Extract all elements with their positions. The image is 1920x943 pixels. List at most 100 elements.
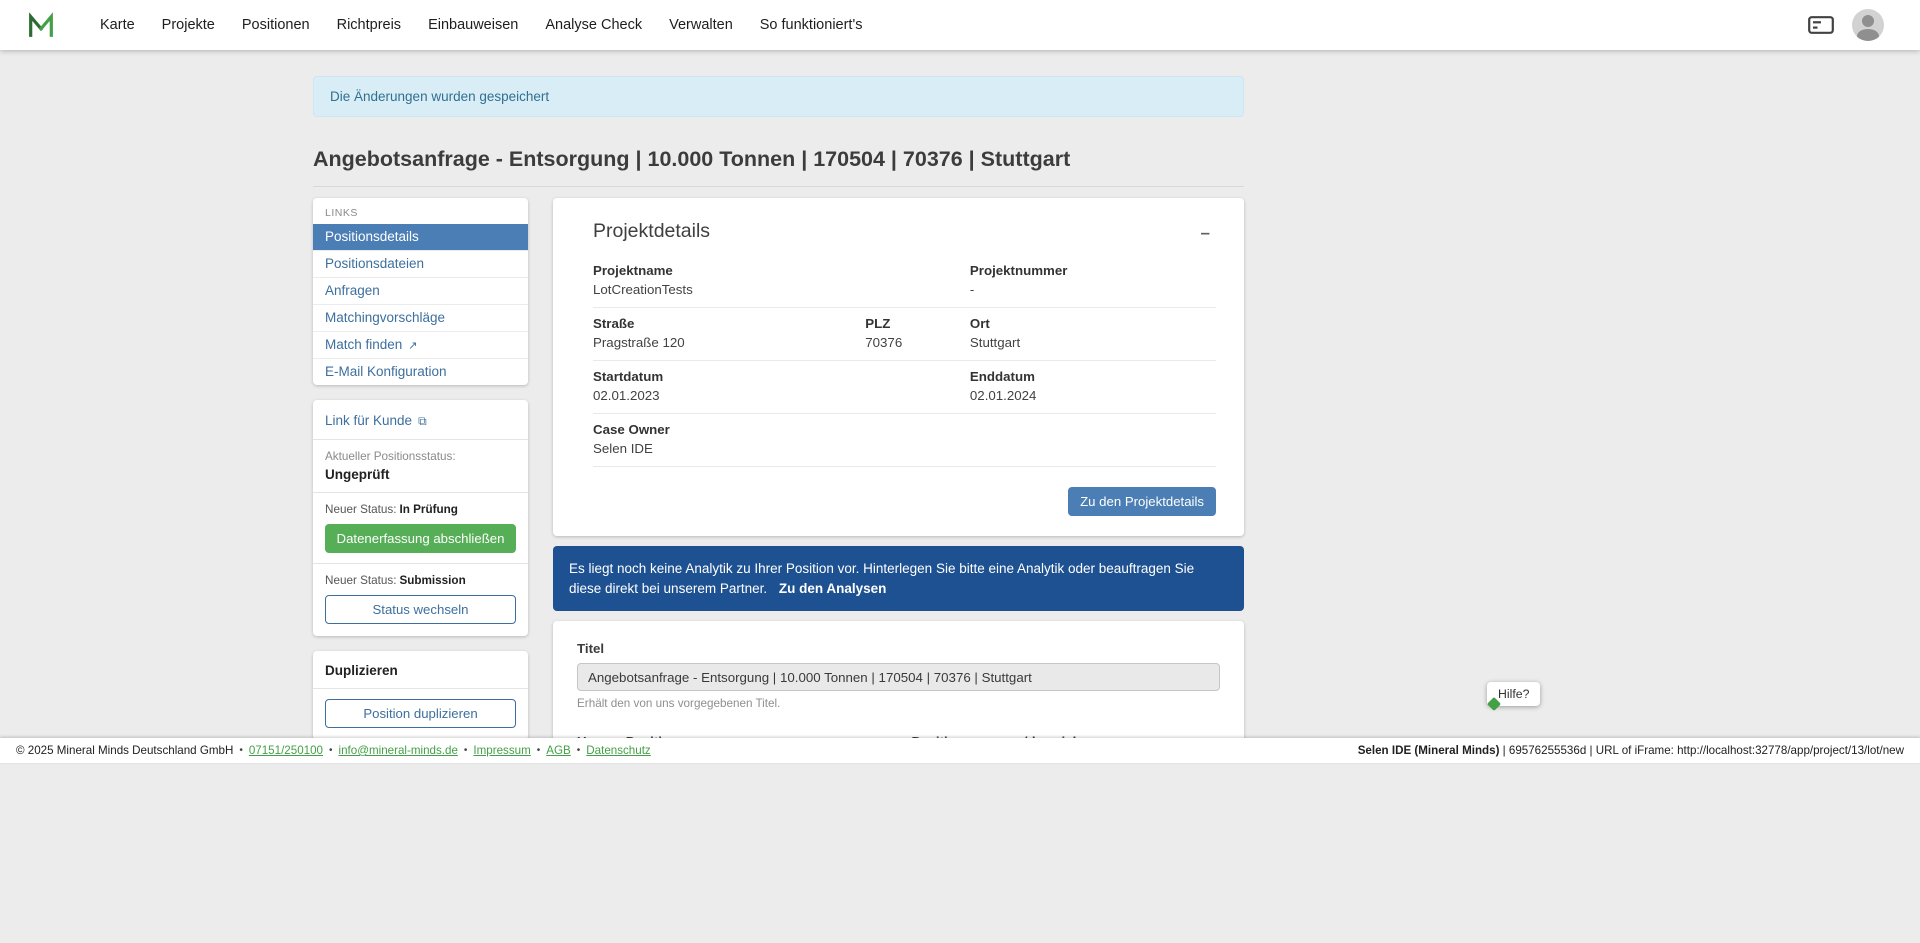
footer-right: Selen IDE (Mineral Minds) | 69576255536d… <box>1358 744 1904 757</box>
sidebar-item-label: Positionsdateien <box>325 256 424 271</box>
field-value: 02.01.2023 <box>593 388 960 403</box>
footer-phone-link[interactable]: 07151/250100 <box>249 744 323 757</box>
top-navbar: Karte Projekte Positionen Richtpreis Einbauw… <box>0 0 1920 50</box>
logo-icon <box>26 10 56 40</box>
finish-data-entry-button[interactable]: Datenerfassung abschließen <box>325 524 516 553</box>
footer-separator: • <box>537 745 541 756</box>
footer-agb-link[interactable]: AGB <box>546 744 570 757</box>
new-status-line: Neuer Status:Submission <box>325 574 516 587</box>
footer-impressum-link[interactable]: Impressum <box>473 744 530 757</box>
field-label: Ort <box>970 316 1206 331</box>
position-form-card: Titel Erhält den von uns vorgegebenen Ti… <box>553 621 1244 738</box>
field-label: Startdatum <box>593 369 960 384</box>
nav-item-analyse-check[interactable]: Analyse Check <box>545 17 642 33</box>
field-value: Stuttgart <box>970 335 1206 350</box>
sidebar-item-label: E-Mail Konfiguration <box>325 364 447 379</box>
footer-separator: • <box>329 745 333 756</box>
new-status-label: Neuer Status: <box>325 574 396 587</box>
sidebar-item-positionsdetails[interactable]: Positionsdetails <box>313 224 528 251</box>
nav-item-verwalten[interactable]: Verwalten <box>669 17 733 33</box>
sidebar-item-match-finden[interactable]: Match finden ↗ <box>313 332 528 359</box>
sidebar-item-label: Match finden <box>325 337 402 352</box>
project-field-startdatum: Startdatum 02.01.2023 <box>593 369 970 403</box>
sidebar-link-list: Positionsdetails Positionsdateien Anfragen… <box>313 224 528 385</box>
footer-user: Selen IDE (Mineral Minds) <box>1358 744 1500 757</box>
help-button[interactable]: Hilfe? <box>1487 682 1540 706</box>
footer-separator: • <box>464 745 468 756</box>
duplicate-position-button[interactable]: Position duplizieren <box>325 699 516 728</box>
footer: © 2025 Mineral Minds Deutschland GmbH•07… <box>0 738 1920 763</box>
footer-datenschutz-link[interactable]: Datenschutz <box>586 744 650 757</box>
status-divider <box>313 492 528 493</box>
title-divider <box>313 186 1244 187</box>
switch-status-button[interactable]: Status wechseln <box>325 595 516 624</box>
page-container: Die Änderungen wurden gespeichert Angebo… <box>313 76 1244 738</box>
project-field-ort: Ort Stuttgart <box>970 316 1216 350</box>
copy-icon: ⧉ <box>418 414 427 428</box>
user-avatar[interactable] <box>1852 9 1884 41</box>
status-divider <box>313 563 528 564</box>
sidebar-item-e-mail-konfiguration[interactable]: E-Mail Konfiguration <box>313 359 528 385</box>
field-value: Selen IDE <box>593 441 1206 456</box>
project-details-card: Projektdetails – Projektname LotCreationT… <box>553 198 1244 536</box>
field-value: - <box>970 282 1206 297</box>
nav-item-einbauweisen[interactable]: Einbauweisen <box>428 17 518 33</box>
footer-email-link[interactable]: info@mineral-minds.de <box>339 744 458 757</box>
nav-item-positionen[interactable]: Positionen <box>242 17 310 33</box>
nav-item-richtpreis[interactable]: Richtpreis <box>337 17 401 33</box>
links-header: LINKS <box>313 198 528 224</box>
field-label: Projektname <box>593 263 960 278</box>
current-status-label: Aktueller Positionsstatus: <box>325 450 516 463</box>
content-viewport: Die Änderungen wurden gespeichert Angebo… <box>0 50 1920 738</box>
field-value: 02.01.2024 <box>970 388 1206 403</box>
project-details-rows: Projektname LotCreationTests Projektnummer… <box>593 255 1216 467</box>
footer-separator: • <box>577 745 581 756</box>
sidebar-item-label: Anfragen <box>325 283 380 298</box>
project-details-link-button[interactable]: Zu den Projektdetails <box>1068 487 1216 516</box>
nav-item-so-funktioniert-s[interactable]: So funktioniert's <box>760 17 863 33</box>
page-title: Angebotsanfrage - Entsorgung | 10.000 To… <box>313 147 1244 172</box>
sidebar-item-label: Matchingvorschläge <box>325 310 445 325</box>
sidebar: LINKS Positionsdetails Positionsdateien An… <box>313 198 528 738</box>
status-divider <box>313 439 528 440</box>
project-field-plz: PLZ70376 <box>865 316 970 350</box>
project-detail-row: Straße Pragstraße 120 PLZ70376Ort Stuttgart <box>593 308 1216 361</box>
server-icon[interactable] <box>1808 16 1834 34</box>
customer-link-label: Link für Kunde <box>325 413 412 428</box>
customer-link[interactable]: Link für Kunde ⧉ <box>325 413 427 428</box>
card-divider <box>313 688 528 689</box>
field-label: Case Owner <box>593 422 1206 437</box>
field-value: LotCreationTests <box>593 282 960 297</box>
project-field-projektnummer: Projektnummer- <box>970 263 1216 297</box>
field-value: 70376 <box>865 335 960 350</box>
main-nav: Karte Projekte Positionen Richtpreis Einbauw… <box>100 17 862 33</box>
nav-item-projekte[interactable]: Projekte <box>162 17 215 33</box>
analytics-link[interactable]: Zu den Analysen <box>779 581 887 596</box>
footer-separator: • <box>239 745 243 756</box>
project-details-header: Projektdetails – <box>593 220 1216 245</box>
external-link-icon: ↗ <box>408 340 417 352</box>
current-status-value: Ungeprüft <box>325 467 516 482</box>
sidebar-item-matchingvorschläge[interactable]: Matchingvorschläge <box>313 305 528 332</box>
new-status-line: Neuer Status:In Prüfung <box>325 503 516 516</box>
nav-item-karte[interactable]: Karte <box>100 17 135 33</box>
brand-logo[interactable] <box>26 10 56 40</box>
footer-left: © 2025 Mineral Minds Deutschland GmbH•07… <box>16 744 651 757</box>
project-field-straße: Straße Pragstraße 120 <box>593 316 865 350</box>
navbar-right <box>1808 9 1894 41</box>
sidebar-item-label: Positionsdetails <box>325 229 419 244</box>
field-value: Pragstraße 120 <box>593 335 855 350</box>
save-success-alert: Die Änderungen wurden gespeichert <box>313 76 1244 117</box>
sidebar-item-positionsdateien[interactable]: Positionsdateien <box>313 251 528 278</box>
field-label: Straße <box>593 316 855 331</box>
duplicate-card-title: Duplizieren <box>325 663 516 678</box>
project-field-case-owner: Case Owner Selen IDE <box>593 422 1216 456</box>
project-details-title: Projektdetails <box>593 220 710 243</box>
title-field-label: Titel <box>577 641 1220 656</box>
project-field-projektname: Projektname LotCreationTests <box>593 263 970 297</box>
footer-iframe-info: | 69576255536d | URL of iFrame: http://l… <box>1499 744 1904 757</box>
project-field-enddatum: Enddatum02.01.2024 <box>970 369 1216 403</box>
collapse-button[interactable]: – <box>1195 220 1216 245</box>
sidebar-item-anfragen[interactable]: Anfragen <box>313 278 528 305</box>
status-card: Link für Kunde ⧉ Aktueller Positionsstatu… <box>313 400 528 636</box>
